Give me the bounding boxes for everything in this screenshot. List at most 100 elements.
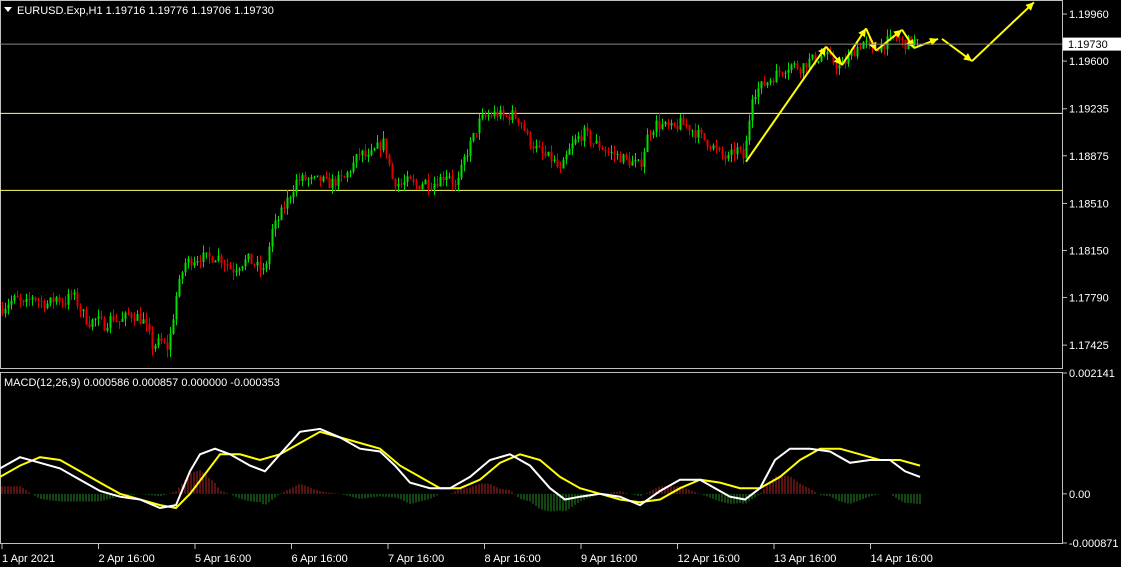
candle-body <box>889 35 892 37</box>
candle-body <box>208 252 211 257</box>
candle-body <box>535 145 538 149</box>
candle-body <box>130 313 133 319</box>
candle-body <box>58 297 61 302</box>
candle-body <box>541 147 544 154</box>
candle-body <box>499 110 502 117</box>
candle-body <box>616 153 619 155</box>
price-tick-label: 1.17790 <box>1069 292 1109 304</box>
time-tick-label: 9 Apr 16:00 <box>581 553 637 565</box>
candle-body <box>76 292 79 307</box>
trading-chart[interactable]: 1.19960 1.19600 1.19235 1.18875 1.18510 1.181… <box>0 0 1121 567</box>
candle-body <box>748 120 751 141</box>
candle-body <box>337 175 340 186</box>
candle-body <box>82 309 85 312</box>
candle-body <box>676 125 679 130</box>
candle-body <box>856 47 859 57</box>
candle-body <box>103 318 106 331</box>
candle-body <box>490 115 493 117</box>
price-tick-label: 1.17425 <box>1069 340 1109 352</box>
candle-body <box>532 146 535 149</box>
candle-body <box>586 127 589 132</box>
last-price-marker: 1.19730 <box>1063 37 1121 51</box>
candle-body <box>439 176 442 187</box>
candle-body <box>205 252 208 254</box>
candle-body <box>10 300 13 305</box>
candle-body <box>718 148 721 150</box>
candle-body <box>463 156 466 165</box>
candle-body <box>595 140 598 144</box>
candle-body <box>253 264 256 266</box>
candle-body <box>52 297 55 302</box>
candle-body <box>358 154 361 156</box>
candle-body <box>175 296 178 320</box>
candle-body <box>694 130 697 138</box>
candle-body <box>670 122 673 126</box>
candle-body <box>508 115 511 121</box>
candle-body <box>349 171 352 173</box>
candle-body <box>610 152 613 154</box>
candle-body <box>817 60 820 63</box>
candle-body <box>808 58 811 68</box>
candle-body <box>406 176 409 182</box>
candle-body <box>646 134 649 152</box>
candle-body <box>319 175 322 182</box>
candle-body <box>331 178 334 189</box>
candle-body <box>376 142 379 149</box>
candle-body <box>67 293 70 305</box>
candle-body <box>31 297 34 300</box>
candle-body <box>553 159 556 161</box>
candle-body <box>322 176 325 182</box>
candle-body <box>502 110 505 116</box>
candle-body <box>178 278 181 297</box>
candle-body <box>631 161 634 166</box>
candle-body <box>796 63 799 69</box>
candle-body <box>607 151 610 153</box>
candle-body <box>484 114 487 117</box>
candle-body <box>673 122 676 126</box>
candle-body <box>469 140 472 156</box>
candle-body <box>367 154 370 157</box>
candle-body <box>109 316 112 328</box>
candle-body <box>664 122 667 125</box>
candle-body <box>625 154 628 159</box>
candle-body <box>343 176 346 178</box>
candle-body <box>400 183 403 185</box>
price-tick-label: 1.19235 <box>1069 104 1109 116</box>
candle-body <box>574 138 577 144</box>
candle-body <box>13 296 16 301</box>
candle-body <box>700 129 703 133</box>
candle-body <box>649 134 652 136</box>
candle-body <box>478 118 481 134</box>
candle-body <box>250 253 253 265</box>
candle-body <box>46 303 49 308</box>
candle-body <box>307 178 310 180</box>
candle-body <box>193 262 196 266</box>
candle-body <box>583 127 586 141</box>
candle-body <box>628 158 631 166</box>
candle-body <box>277 219 280 221</box>
candle-body <box>559 166 562 169</box>
candle-body <box>325 176 328 178</box>
candle-body <box>121 318 124 322</box>
candle-body <box>835 63 838 69</box>
time-tick-label: 12 Apr 16:00 <box>678 553 740 565</box>
candle-body <box>25 299 28 303</box>
time-tick-label: 7 Apr 16:00 <box>388 553 444 565</box>
candle-body <box>40 300 43 302</box>
candle-body <box>202 252 205 262</box>
candle-body <box>520 122 523 124</box>
candle-body <box>757 88 760 98</box>
candle-body <box>775 70 778 83</box>
candle-body <box>295 179 298 193</box>
candle-body <box>241 266 244 269</box>
candle-body <box>55 297 58 302</box>
candle-body <box>715 145 718 149</box>
candle-body <box>739 147 742 150</box>
candle-body <box>100 316 103 319</box>
candle-body <box>73 292 76 295</box>
candle-body <box>742 149 745 159</box>
candle-body <box>685 125 688 127</box>
candle-body <box>442 176 445 181</box>
symbol-info: EURUSD.Exp,H1 1.19716 1.19776 1.19706 1.… <box>17 5 274 17</box>
candle-body <box>169 333 172 350</box>
